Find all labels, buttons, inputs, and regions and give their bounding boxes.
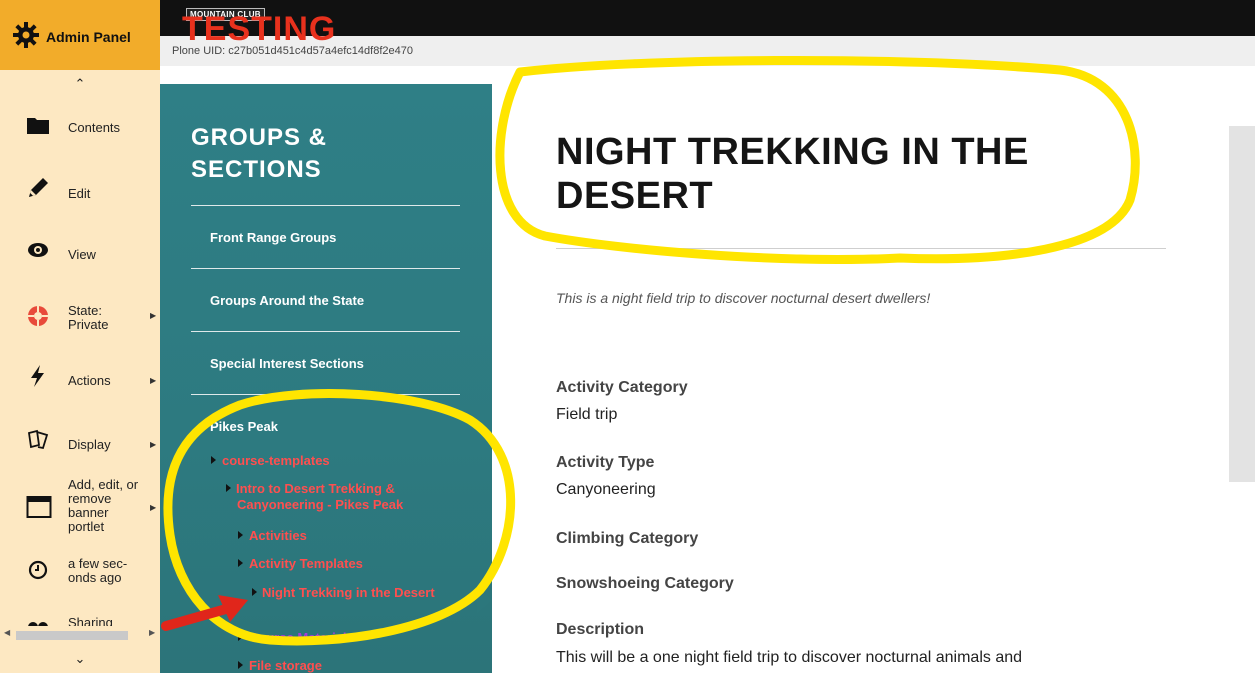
divider	[191, 394, 460, 395]
chevron-up-icon[interactable]: ⌃	[0, 76, 160, 92]
field-label-activity-type: Activity Type	[556, 454, 655, 471]
gear-icon	[13, 22, 39, 48]
field-label-climbing-category: Climbing Category	[556, 530, 699, 547]
field-label-activity-category: Activity Category	[556, 379, 688, 396]
caret-right-icon	[238, 531, 243, 539]
toolbar-item-history[interactable]: a few sec-onds ago	[0, 556, 160, 596]
toolbar-item-label: View	[68, 247, 96, 262]
caret-right-icon: ▶	[150, 503, 157, 512]
caret-right-icon	[211, 456, 216, 464]
page-description: This is a night field trip to discover n…	[556, 290, 931, 306]
page-title: NIGHT TREKKING IN THE DESERT	[556, 131, 1029, 217]
divider	[556, 248, 1166, 249]
horizontal-scrollbar[interactable]: ◀ ▶	[0, 626, 160, 642]
toolbar-item-label: Contents	[68, 120, 121, 135]
tree-item-label: Night Trekking in the Desert	[262, 585, 435, 600]
toolbar-item-edit[interactable]: Edit	[0, 174, 160, 214]
toolbar-item-label: State: Private	[68, 303, 109, 332]
field-value-description: This will be a one night field trip to d…	[556, 649, 1023, 666]
toolbar-item-banner-portlet[interactable]: Add, edit, or remove banner portlet ▶	[0, 478, 160, 548]
folder-icon	[27, 118, 49, 134]
current-group-pikes-peak[interactable]: Pikes Peak	[210, 419, 278, 434]
tree-item-label: File storage	[249, 658, 322, 673]
display-icon	[27, 429, 49, 450]
link-front-range-groups[interactable]: Front Range Groups	[210, 230, 336, 245]
tree-item-label: Activity Templates	[249, 556, 363, 571]
caret-right-icon: ▶	[150, 376, 157, 385]
eye-icon	[28, 243, 48, 257]
scroll-right-icon[interactable]: ▶	[149, 628, 155, 637]
toolbar-item-actions[interactable]: Actions ▶	[0, 364, 160, 404]
sharing-icon	[28, 622, 48, 626]
admin-panel-header[interactable]: Admin Panel	[0, 0, 160, 70]
tree-item-label: Course Materials	[249, 630, 354, 645]
caret-right-icon	[226, 484, 231, 492]
tree-item-label: Intro to Desert Trekking & Canyoneering …	[236, 481, 404, 512]
toolbar-item-view[interactable]: View	[0, 238, 160, 278]
site-logo-text[interactable]: TESTING	[182, 12, 336, 46]
chevron-down-icon[interactable]: ⌄	[0, 651, 160, 667]
caret-right-icon	[238, 559, 243, 567]
clock-icon	[28, 560, 48, 580]
scroll-left-icon[interactable]: ◀	[4, 628, 10, 637]
link-special-interest-sections[interactable]: Special Interest Sections	[210, 356, 364, 371]
toolbar-item-contents[interactable]: Contents	[0, 112, 160, 152]
state-icon	[28, 306, 48, 326]
scrollbar-thumb[interactable]	[16, 631, 128, 640]
toolbar-item-display[interactable]: Display ▶	[0, 428, 160, 468]
groups-sections-heading: GROUPS & SECTIONS	[191, 124, 328, 183]
tree-item-activities[interactable]: Activities	[238, 528, 307, 544]
toolbar-item-label: Sharing	[68, 615, 113, 627]
toolbar-item-label: Actions	[68, 373, 111, 388]
divider	[191, 268, 460, 269]
tree-item-intro-course[interactable]: Intro to Desert Trekking & Canyoneering …	[226, 481, 447, 513]
panel-pointer	[477, 586, 492, 614]
tree-item-label: Activities	[249, 528, 307, 543]
toolbar-item-label: Display	[68, 437, 111, 452]
toolbar-item-state[interactable]: State: Private ▶	[0, 300, 160, 340]
toolbar-item-label: a few sec-onds ago	[68, 556, 128, 585]
tree-item-file-storage[interactable]: File storage	[238, 658, 322, 674]
tree-item-night-trekking[interactable]: Night Trekking in the Desert	[252, 585, 441, 601]
field-value-activity-category: Field trip	[556, 406, 618, 423]
caret-right-icon: ▶	[150, 440, 157, 449]
side-portlet	[1229, 126, 1255, 482]
tree-item-course-materials[interactable]: Course Materials	[238, 630, 354, 646]
caret-right-icon	[238, 633, 243, 641]
banner-icon	[26, 496, 52, 518]
caret-right-icon	[252, 588, 257, 596]
pencil-icon	[29, 178, 48, 197]
toolbar-item-label: Add, edit, or remove banner portlet	[68, 477, 139, 534]
divider	[191, 331, 460, 332]
toolbar-item-sharing[interactable]: Sharing	[0, 612, 160, 626]
field-value-activity-type: Canyoneering	[556, 481, 656, 498]
toolbar-item-label: Edit	[68, 186, 91, 201]
tree-item-activity-templates[interactable]: Activity Templates	[238, 556, 363, 572]
divider	[191, 205, 460, 206]
tree-item-label: course-templates	[222, 453, 330, 468]
caret-right-icon: ▶	[150, 311, 157, 320]
plone-uid: Plone UID: c27b051d451c4d57a4efc14df8f2e…	[172, 45, 413, 57]
admin-toolbar: Admin Panel ⌃ Contents Edit View State: …	[0, 0, 160, 673]
admin-panel-label: Admin Panel	[46, 29, 131, 45]
lightning-icon	[31, 365, 44, 387]
link-groups-around-state[interactable]: Groups Around the State	[210, 293, 364, 308]
caret-right-icon	[238, 661, 243, 669]
field-label-description: Description	[556, 621, 645, 638]
field-label-snowshoeing-category: Snowshoeing Category	[556, 575, 734, 592]
tree-item-course-templates[interactable]: course-templates	[211, 453, 330, 469]
